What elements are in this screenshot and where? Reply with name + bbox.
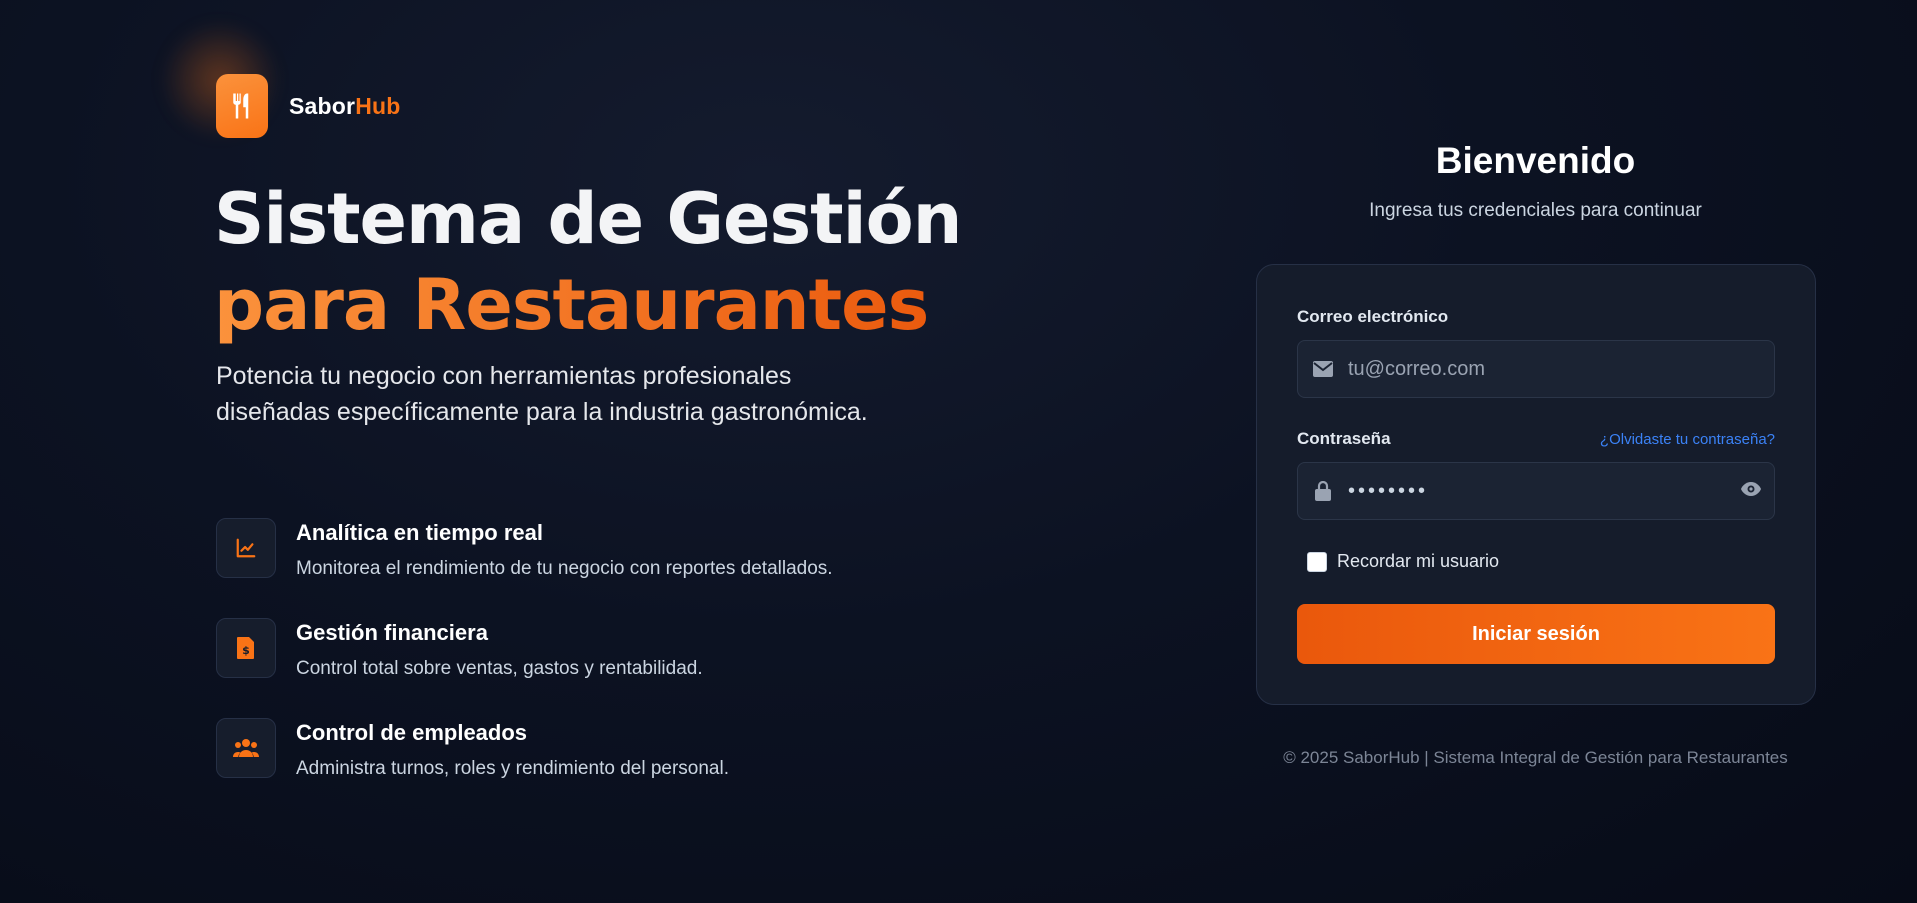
footer-text: © 2025 SaborHub | Sistema Integral de Ge…	[1283, 748, 1788, 767]
login-subtitle: Ingresa tus credenciales para continuar	[1369, 200, 1702, 221]
lock-icon	[1312, 481, 1334, 501]
email-input[interactable]	[1348, 357, 1728, 381]
feature-item-finance: $ Gestión financiera Control total sobre…	[216, 618, 833, 718]
chart-line-icon	[216, 518, 276, 578]
feature-item-analytics: Analítica en tiempo real Monitorea el re…	[216, 518, 833, 618]
hero-title-line2: para Restaurantes	[214, 262, 962, 348]
feature-description: Administra turnos, roles y rendimiento d…	[296, 758, 729, 779]
hero-title-line1: Sistema de Gestión	[214, 178, 962, 260]
utensils-icon	[216, 74, 268, 138]
login-title: Bienvenido	[1435, 140, 1636, 181]
remember-checkbox[interactable]	[1307, 551, 1327, 572]
feature-title: Analítica en tiempo real	[296, 520, 543, 545]
brand-name-part2: Hub	[355, 92, 401, 119]
users-icon	[216, 718, 276, 778]
svg-text:$: $	[242, 644, 250, 657]
feature-list: Analítica en tiempo real Monitorea el re…	[216, 518, 833, 818]
remember-label: Recordar mi usuario	[1337, 551, 1500, 571]
login-header: Bienvenido Ingresa tus credenciales para…	[1257, 140, 1814, 222]
envelope-icon	[1312, 361, 1334, 377]
brand-name: SaborHub	[289, 93, 401, 120]
eye-icon[interactable]	[1740, 481, 1762, 502]
invoice-dollar-icon: $	[216, 618, 276, 678]
feature-item-employees: Control de empleados Administra turnos, …	[216, 718, 833, 818]
password-label: Contraseña	[1297, 429, 1391, 448]
email-label: Correo electrónico	[1297, 307, 1449, 326]
password-input[interactable]: ••••••••	[1348, 480, 1428, 503]
brand: SaborHub	[216, 74, 401, 138]
hero-title: Sistema de Gestión para Restaurantes	[214, 176, 962, 348]
brand-name-part1: Sabor	[289, 92, 356, 119]
feature-description: Control total sobre ventas, gastos y ren…	[296, 658, 703, 679]
forgot-password-link[interactable]: ¿Olvidaste tu contraseña?	[1600, 431, 1775, 448]
password-field[interactable]: ••••••••	[1297, 462, 1775, 520]
login-form: Correo electrónico Contraseña ¿Olvidaste…	[1256, 264, 1816, 705]
remember-me[interactable]: Recordar mi usuario	[1297, 551, 1499, 572]
feature-description: Monitorea el rendimiento de tu negocio c…	[296, 558, 833, 579]
feature-title: Control de empleados	[296, 720, 528, 745]
email-field-wrapper	[1297, 340, 1775, 398]
hero-description: Potencia tu negocio con herramientas pro…	[216, 362, 868, 426]
feature-title: Gestión financiera	[296, 620, 488, 645]
login-button[interactable]: Iniciar sesión	[1297, 604, 1775, 664]
